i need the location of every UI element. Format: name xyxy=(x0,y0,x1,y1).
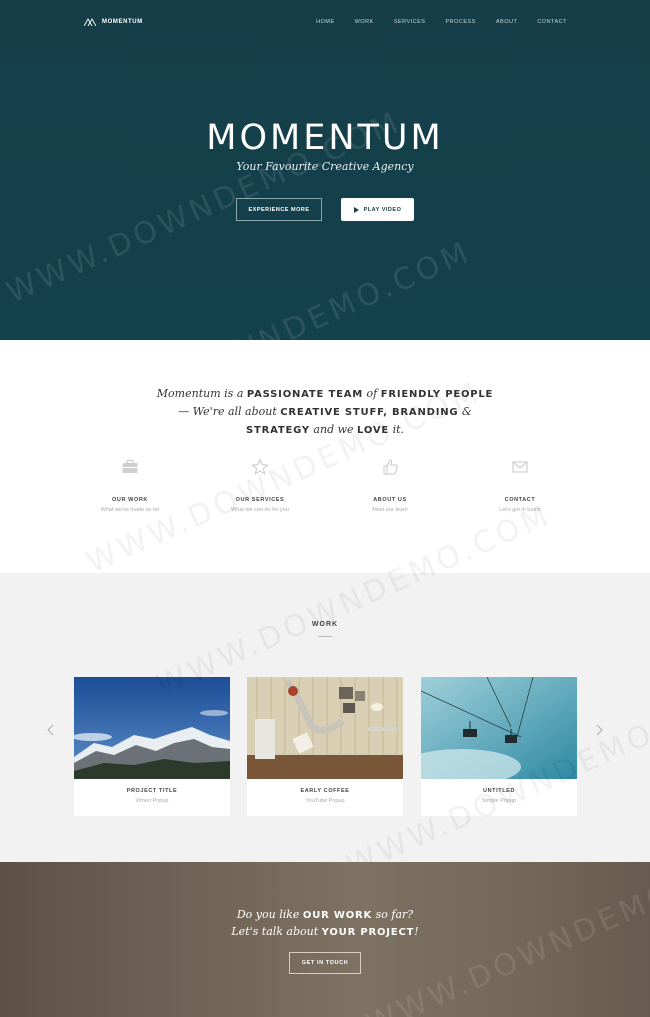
feature-about-us[interactable]: ABOUT US Meet our team xyxy=(330,458,450,513)
play-video-button[interactable]: PLAY VIDEO xyxy=(341,198,414,221)
intro-highlight: STRATEGY xyxy=(245,425,310,436)
intro-text: & xyxy=(458,405,472,418)
envelope-icon xyxy=(512,461,528,473)
top-nav: MOMENTUM HOME WORK SERVICES PROCESS ABOU… xyxy=(0,0,650,46)
chevron-left-icon[interactable] xyxy=(46,724,56,736)
play-icon xyxy=(353,206,359,213)
intro-highlight: CREATIVE STUFF, BRANDING xyxy=(280,407,459,418)
card-subtitle: Vimeo Popup xyxy=(135,798,169,804)
nav-services[interactable]: SERVICES xyxy=(394,19,426,25)
card-subtitle: YouTube Popup xyxy=(305,798,345,804)
cta-text: ! xyxy=(414,925,419,938)
mountain-photo xyxy=(74,677,230,779)
feature-title: CONTACT xyxy=(504,497,536,503)
hero-title: MOMENTUM xyxy=(206,118,444,158)
get-in-touch-button[interactable]: GET IN TOUCH xyxy=(289,952,361,974)
hero-section: MOMENTUM HOME WORK SERVICES PROCESS ABOU… xyxy=(0,0,650,441)
card-title: UNTITLED xyxy=(483,788,515,794)
intro-text: of xyxy=(363,387,381,400)
feature-title: OUR WORK xyxy=(112,497,148,503)
nav-work[interactable]: WORK xyxy=(355,19,374,25)
thumbs-up-icon xyxy=(383,459,398,475)
chevron-right-icon[interactable] xyxy=(594,724,604,736)
work-card[interactable]: UNTITLED Simple Popup xyxy=(421,677,577,816)
cta-highlight: OUR WORK xyxy=(302,910,373,921)
intro-text: Momentum xyxy=(156,387,221,400)
work-section: WORK PROJECT TITLE Vimeo Popup EARLY COF… xyxy=(0,497,650,884)
star-icon xyxy=(251,458,269,475)
intro-text: — We're all about xyxy=(178,405,281,418)
nav-about[interactable]: ABOUT xyxy=(496,19,517,25)
card-title: PROJECT TITLE xyxy=(126,788,178,794)
cta-line-1: Do you like OUR WORK so far? xyxy=(0,908,650,921)
cta-section: Do you like OUR WORK so far? Let's talk … xyxy=(0,836,650,1017)
cta-text: Do you like xyxy=(236,908,303,921)
hero-subtitle: Your Favourite Creative Agency xyxy=(236,160,414,173)
intro-text: is a xyxy=(220,387,247,400)
work-card[interactable]: PROJECT TITLE Vimeo Popup xyxy=(74,677,230,816)
work-card[interactable]: EARLY COFFEE YouTube Popup xyxy=(247,677,403,816)
cta-text: Let's talk about xyxy=(231,925,322,938)
intro-highlight: LOVE xyxy=(357,425,390,436)
nav-process[interactable]: PROCESS xyxy=(445,19,475,25)
feature-our-work[interactable]: OUR WORK What we've made so far xyxy=(70,458,190,513)
cta-text: so far? xyxy=(372,908,414,921)
work-heading: WORK xyxy=(311,621,339,628)
cta-highlight: YOUR PROJECT xyxy=(321,927,415,938)
experience-more-button[interactable]: EXPERIENCE MORE xyxy=(236,198,322,221)
heading-divider xyxy=(318,636,332,637)
feature-desc: What we've made so far xyxy=(100,507,160,513)
card-subtitle: Simple Popup xyxy=(481,798,517,804)
feature-desc: Let's get in touch xyxy=(499,507,541,513)
briefcase-icon xyxy=(122,459,138,473)
intro-text: it. xyxy=(389,423,405,436)
play-video-label: PLAY VIDEO xyxy=(363,206,402,213)
mountain-logo-icon xyxy=(84,18,96,26)
brand-name: MOMENTUM xyxy=(102,19,143,25)
feature-our-services[interactable]: OUR SERVICES What we can do for you xyxy=(200,458,320,513)
cable-car-photo xyxy=(421,677,577,779)
card-title: EARLY COFFEE xyxy=(300,788,350,794)
nav-home[interactable]: HOME xyxy=(316,19,335,25)
intro-section: Momentum is a PASSIONATE TEAM of FRIENDL… xyxy=(0,340,650,581)
main-menu: HOME WORK SERVICES PROCESS ABOUT CONTACT xyxy=(296,19,567,25)
intro-highlight: PASSIONATE TEAM xyxy=(246,389,364,400)
intro-text: and we xyxy=(309,423,358,436)
feature-desc: What we can do for you xyxy=(231,507,289,513)
nav-contact[interactable]: CONTACT xyxy=(537,19,567,25)
brand-logo[interactable]: MOMENTUM xyxy=(84,18,143,26)
cta-line-2: Let's talk about YOUR PROJECT! xyxy=(0,925,650,938)
feature-title: ABOUT US xyxy=(373,497,407,503)
intro-statement: Momentum is a PASSIONATE TEAM of FRIENDL… xyxy=(150,385,500,439)
feature-title: OUR SERVICES xyxy=(235,497,285,503)
intro-highlight: FRIENDLY PEOPLE xyxy=(380,389,494,400)
feature-desc: Meet our team xyxy=(372,507,408,513)
feature-contact[interactable]: CONTACT Let's get in touch xyxy=(460,458,580,513)
room-photo xyxy=(247,677,403,779)
